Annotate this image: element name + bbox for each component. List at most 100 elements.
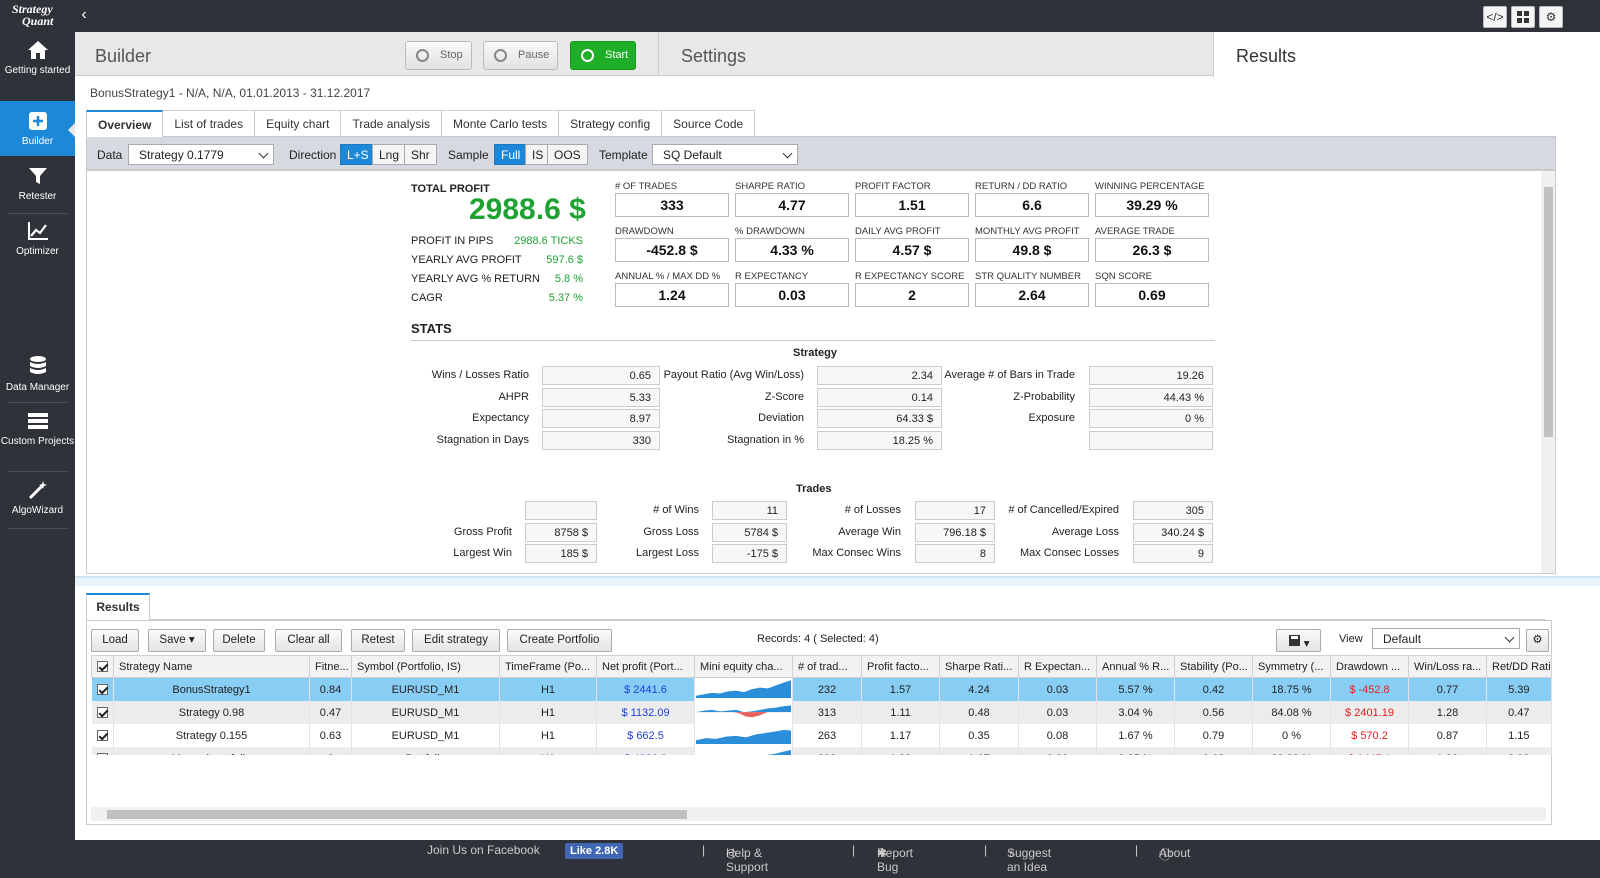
direction-label: Direction: [289, 148, 337, 162]
trade-stat-label: # of Wins: [653, 504, 699, 516]
column-header[interactable]: TimeFrame (Po...: [499, 655, 597, 678]
save-button[interactable]: Save ▾: [148, 629, 206, 652]
row-checkbox[interactable]: [91, 677, 114, 701]
sidebar-item-data-manager[interactable]: Data Manager: [0, 355, 75, 400]
database-icon: [29, 356, 46, 374]
metric-value: 2.64: [975, 283, 1089, 307]
clear-all-button[interactable]: Clear all: [275, 629, 342, 652]
layout-grid-icon[interactable]: [1511, 6, 1535, 28]
column-header[interactable]: Profit facto...: [861, 655, 940, 678]
cell-tf: H1: [499, 677, 597, 701]
table-row[interactable]: Strategy 0.155 0.63 EURUSD_M1 H1 $ 662.5 263 1…: [91, 724, 1552, 747]
row-checkbox[interactable]: [91, 724, 114, 747]
pause-button[interactable]: Pause: [483, 41, 558, 70]
tab-strategy-config[interactable]: Strategy config: [558, 110, 663, 136]
metric-label: R EXPECTANCY SCORE: [855, 271, 965, 282]
column-header[interactable]: Fitne...: [309, 655, 352, 678]
tab-source-code[interactable]: Source Code: [661, 110, 756, 136]
cell-pf: 1.57: [861, 677, 940, 701]
direction-ls-button[interactable]: L+S: [340, 144, 376, 165]
delete-button[interactable]: Delete: [213, 629, 265, 652]
save-view-icon[interactable]: ▾: [1276, 629, 1321, 652]
direction-short-button[interactable]: Shr: [404, 144, 437, 165]
retest-button[interactable]: Retest: [351, 629, 405, 652]
app-logo: Strategy Quant: [12, 2, 54, 28]
column-header[interactable]: Mini equity cha...: [694, 655, 793, 678]
table-row[interactable]: Merged portfolio0PortfolioH1$ 4236.28081…: [91, 747, 1552, 755]
column-header[interactable]: Annual % R...: [1096, 655, 1175, 678]
select-all-checkbox[interactable]: [91, 655, 114, 678]
column-header[interactable]: Win/Loss ra...: [1408, 655, 1487, 678]
trade-stat-label: Gross Profit: [453, 525, 512, 538]
cell-symbol: EURUSD_M1: [351, 677, 500, 701]
column-header[interactable]: Ret/DD Rati: [1486, 655, 1552, 678]
sidebar-divider: [8, 213, 68, 214]
edit-strategy-button[interactable]: Edit strategy: [412, 629, 500, 652]
row-checkbox[interactable]: [91, 701, 114, 724]
strategy-section-title: Strategy: [793, 347, 838, 359]
cell-tf: H1: [499, 724, 597, 747]
trade-stat-label: # of Cancelled/Expired: [1008, 504, 1119, 516]
column-header[interactable]: R Expectan...: [1018, 655, 1097, 678]
tab-trade-analysis[interactable]: Trade analysis: [340, 110, 443, 136]
cell-sharpe: 4.24: [939, 677, 1019, 701]
sidebar-item-algowizard[interactable]: AlgoWizard: [0, 480, 75, 525]
template-select[interactable]: SQ Default: [652, 144, 798, 165]
sidebar-item-builder[interactable]: Builder: [0, 101, 75, 156]
metric-value: 333: [615, 193, 729, 217]
code-view-icon[interactable]: </>: [1483, 6, 1507, 28]
metric-value: 6.6: [975, 193, 1089, 217]
settings-gear-icon[interactable]: ⚙: [1539, 6, 1563, 28]
start-button[interactable]: Start: [570, 41, 636, 70]
profit-stat-label: CAGR: [411, 292, 443, 304]
facebook-like-button[interactable]: Like 2.8K: [565, 843, 624, 859]
create-portfolio-button[interactable]: Create Portfolio: [507, 629, 612, 652]
panel-splitter[interactable]: [75, 576, 1600, 586]
tab-results-databank[interactable]: Results: [86, 593, 150, 621]
strategy-stat-value: [1089, 431, 1213, 451]
load-button[interactable]: Load: [91, 629, 139, 652]
sidebar-item-optimizer[interactable]: Optimizer: [0, 221, 75, 266]
column-header[interactable]: Drawdown ...: [1330, 655, 1409, 678]
tab-results[interactable]: Results: [1213, 32, 1600, 77]
profit-stat-label: YEARLY AVG % RETURN: [411, 273, 540, 285]
view-select[interactable]: Default: [1372, 628, 1520, 649]
table-row[interactable]: BonusStrategy1 0.84 EURUSD_M1 H1 $ 2441.6 232…: [91, 677, 1552, 701]
row-checkbox[interactable]: [91, 747, 114, 755]
column-header[interactable]: Strategy Name: [113, 655, 310, 678]
collapse-sidebar-icon[interactable]: ‹: [75, 0, 93, 32]
sample-oos-button[interactable]: OOS: [547, 144, 588, 165]
results-hscrollbar[interactable]: [91, 807, 1546, 821]
top-bar: ‹ </> ⚙: [75, 0, 1600, 32]
tab-monte-carlo[interactable]: Monte Carlo tests: [441, 110, 560, 136]
sidebar-item-custom-projects[interactable]: Custom Projects: [0, 411, 75, 466]
column-header[interactable]: Stability (Po...: [1174, 655, 1253, 678]
column-header[interactable]: # of trad...: [792, 655, 862, 678]
direction-long-button[interactable]: Lng: [372, 144, 407, 165]
overview-scrollbar[interactable]: [1541, 171, 1555, 573]
cell-symmetry: 84.08 %: [1252, 701, 1331, 724]
sample-full-button[interactable]: Full: [494, 144, 528, 165]
data-select[interactable]: Strategy 0.1779: [128, 144, 274, 165]
cell-fitness: 0: [309, 747, 352, 755]
column-header[interactable]: Symbol (Portfolio, IS): [351, 655, 500, 678]
column-header[interactable]: Sharpe Rati...: [939, 655, 1019, 678]
trade-stat-label: Max Consec Losses: [1019, 547, 1119, 560]
column-header[interactable]: Symmetry (...: [1252, 655, 1331, 678]
cell-rexp: 0.09: [1018, 747, 1097, 755]
tab-settings[interactable]: Settings: [658, 32, 1213, 76]
sidebar-item-retester[interactable]: Retester: [0, 166, 75, 211]
trade-stat-label: Average Loss: [1051, 525, 1119, 538]
facebook-link[interactable]: Join Us on Facebook: [427, 843, 540, 857]
table-row[interactable]: Strategy 0.98 0.47 EURUSD_M1 H1 $ 1132.09 313…: [91, 701, 1552, 724]
cell-rexp: 0.08: [1018, 724, 1097, 747]
grid-settings-icon[interactable]: ⚙: [1526, 629, 1549, 652]
profit-stat-value: 2988.6 TICKS: [514, 235, 583, 247]
tab-overview[interactable]: Overview: [86, 110, 164, 137]
sidebar-item-getting-started[interactable]: Getting started: [0, 40, 75, 95]
results-tabbar: Results: [86, 590, 1546, 621]
tab-list-of-trades[interactable]: List of trades: [162, 110, 256, 136]
stop-button[interactable]: Stop: [405, 41, 472, 70]
column-header[interactable]: Net profit (Port...: [596, 655, 695, 678]
tab-equity-chart[interactable]: Equity chart: [254, 110, 342, 136]
